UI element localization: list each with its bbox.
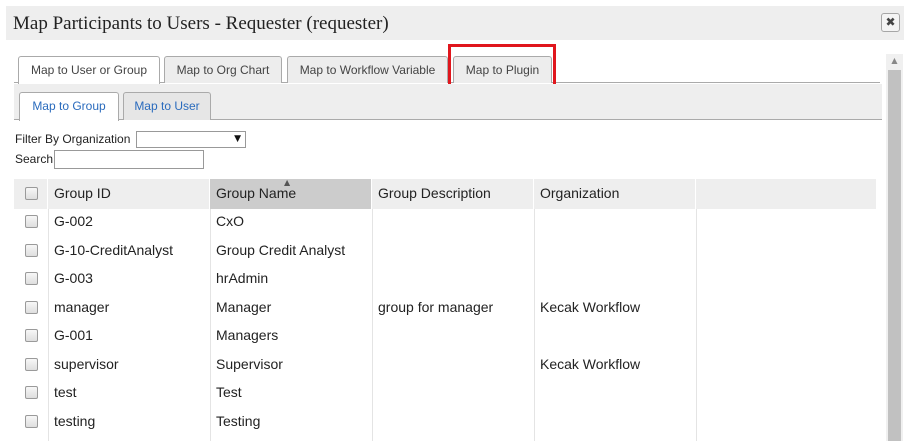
cell-group-description: [372, 378, 378, 406]
group-table: Group ID Group Name ▲ Group Description …: [14, 178, 877, 441]
cell-group-id: testing: [54, 412, 96, 429]
column-header-filler: [696, 179, 877, 209]
cell-organization: [534, 236, 540, 264]
cell-group-description: [372, 207, 378, 235]
column-header-organization[interactable]: Organization: [534, 179, 696, 209]
cell-group-id: supervisor: [54, 355, 119, 372]
column-header-group-id[interactable]: Group ID: [48, 179, 210, 209]
table-row[interactable]: test Test: [14, 378, 877, 407]
tab-map-to-group[interactable]: Map to Group: [19, 92, 119, 121]
search-input[interactable]: [54, 150, 204, 169]
cell-group-id: G-10-CreditAnalyst: [54, 241, 174, 258]
tab-map-to-workflow-variable[interactable]: Map to Workflow Variable: [287, 56, 448, 83]
dialog-title: Map Participants to Users - Requester (r…: [13, 13, 389, 34]
row-checkbox[interactable]: [25, 357, 38, 371]
inner-tab-panel: Map to Group Map to User: [14, 84, 882, 121]
vertical-scrollbar[interactable]: ▲: [886, 54, 903, 441]
cell-group-name: Testing: [216, 412, 261, 429]
cell-group-name: Test: [216, 384, 242, 400]
column-header-group-name[interactable]: Group Name ▲: [210, 178, 372, 209]
cell-group-name: Manager: [216, 298, 272, 315]
select-all-checkbox[interactable]: [25, 187, 38, 200]
cell-group-id: G-002: [54, 213, 93, 229]
row-checkbox[interactable]: [25, 329, 38, 342]
cell-group-description: [372, 236, 378, 264]
cell-organization: Kecak Workflow: [540, 355, 641, 372]
organization-select[interactable]: ▼: [136, 131, 246, 148]
cell-group-id: G-001: [54, 327, 93, 343]
cell-group-id: test: [54, 384, 77, 400]
row-checkbox[interactable]: [25, 215, 38, 228]
cell-group-description: [372, 264, 378, 292]
cell-organization: [534, 321, 540, 349]
dropdown-arrow-icon: ▼: [234, 134, 241, 144]
cell-group-name: Group Credit Analyst: [216, 241, 346, 258]
cell-group-description: [372, 321, 378, 349]
column-header-group-description[interactable]: Group Description: [372, 179, 534, 209]
row-checkbox[interactable]: [25, 414, 38, 428]
row-checkbox[interactable]: [25, 386, 38, 399]
cell-group-id: G-003: [54, 270, 93, 286]
scrollbar-thumb[interactable]: [888, 70, 901, 441]
table-row[interactable]: G-003 hrAdmin: [14, 264, 877, 293]
cell-group-description: group for manager: [378, 298, 494, 315]
tab-map-to-org-chart[interactable]: Map to Org Chart: [164, 56, 282, 83]
cell-organization: [534, 378, 540, 406]
table-row[interactable]: testing Testing: [14, 407, 877, 436]
outer-tab-bar: Map to User or Group Map to Org Chart Ma…: [14, 56, 880, 84]
row-checkbox[interactable]: [25, 272, 38, 285]
dialog-titlebar[interactable]: Map Participants to Users - Requester (r…: [6, 6, 904, 40]
table-header: Group ID Group Name ▲ Group Description …: [14, 178, 877, 209]
cell-group-name: Managers: [216, 327, 279, 343]
table-row[interactable]: G-10-CreditAnalyst Group Credit Analyst: [14, 236, 877, 265]
table-row[interactable]: supervisor Supervisor Kecak Workflow: [14, 350, 877, 379]
table-row[interactable]: G-001 Managers: [14, 321, 877, 350]
cell-organization: Kecak Workflow: [540, 298, 641, 315]
row-checkbox[interactable]: [25, 243, 38, 257]
sort-ascending-icon: ▲: [284, 178, 291, 187]
cell-group-id: manager: [54, 298, 110, 315]
map-participants-dialog: Map Participants to Users - Requester (r…: [0, 0, 910, 441]
cell-group-name: CxO: [216, 213, 244, 229]
table-row[interactable]: G-002 CxO: [14, 207, 877, 236]
row-checkbox[interactable]: [25, 300, 38, 314]
cell-group-description: [372, 407, 378, 435]
scroll-up-arrow-icon[interactable]: ▲: [886, 54, 903, 68]
search-label: Search: [15, 152, 54, 166]
tab-map-to-user-or-group[interactable]: Map to User or Group: [18, 56, 160, 84]
tab-map-to-user[interactable]: Map to User: [123, 92, 211, 120]
cell-group-name: hrAdmin: [216, 270, 269, 286]
cell-organization: [534, 264, 540, 292]
header-select-cell: [14, 179, 48, 209]
close-icon[interactable]: ✖: [881, 13, 900, 32]
table-row[interactable]: manager Manager group for manager Kecak …: [14, 293, 877, 322]
cell-group-description: [372, 350, 378, 378]
cell-group-name: Supervisor: [216, 355, 283, 372]
cell-organization: [534, 407, 540, 435]
filter-by-organization-label: Filter By Organization: [15, 132, 131, 146]
cell-organization: [534, 207, 540, 235]
